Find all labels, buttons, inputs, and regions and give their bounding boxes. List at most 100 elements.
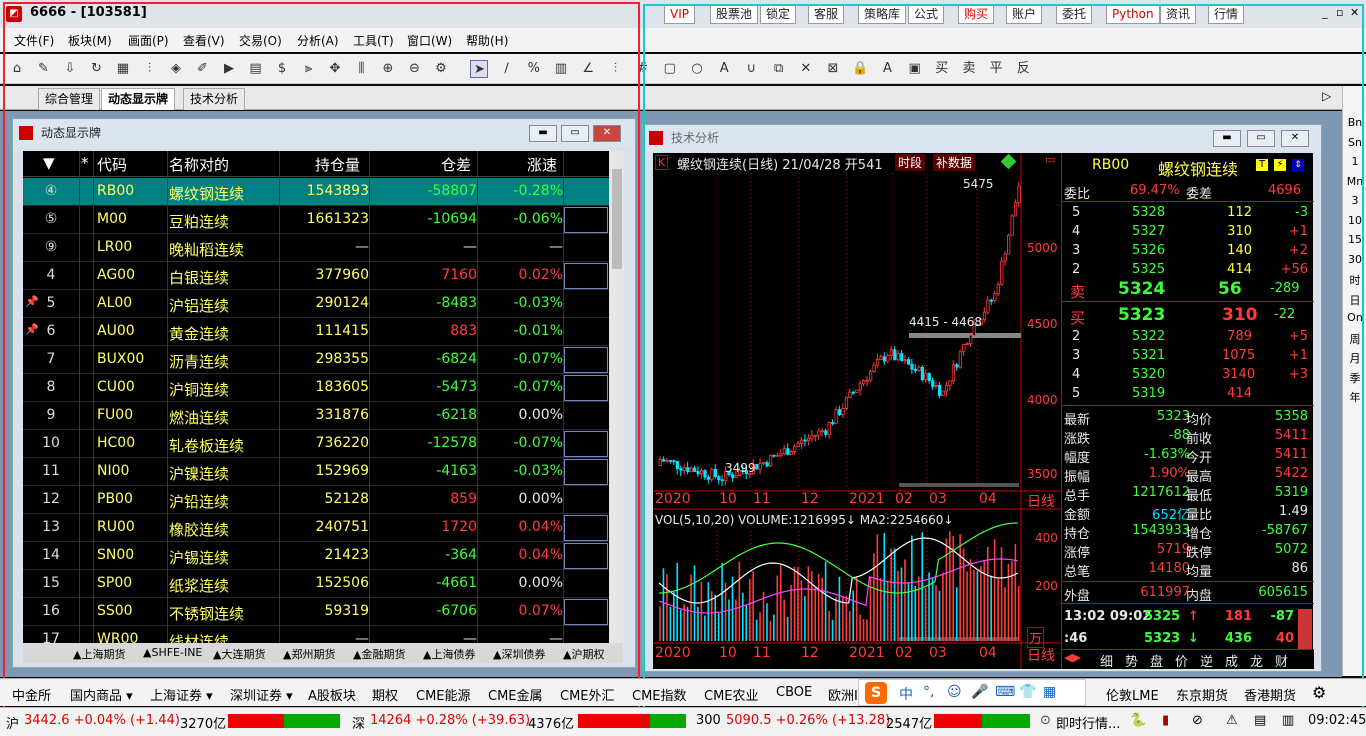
period-button-2[interactable]: 1	[1345, 155, 1365, 168]
table-row[interactable]: ④ RB00 螺纹钢连续 1543893 -58807 -0.28%	[23, 178, 609, 206]
diamond-icon[interactable]: ◈	[167, 60, 185, 78]
table-row[interactable]: ⑨ LR00 晚籼稻连续 — — —	[23, 234, 609, 262]
buy-icon[interactable]: 买	[933, 60, 951, 78]
category-11[interactable]: CBOE	[776, 685, 812, 700]
refresh-icon[interactable]: ↻	[88, 60, 106, 78]
reverse-icon[interactable]: 反	[1014, 60, 1032, 78]
bar-icon[interactable]: ⫼	[353, 60, 371, 78]
rect-icon[interactable]: ▢	[661, 60, 679, 78]
category-10[interactable]: CME农业	[704, 685, 759, 704]
table-row[interactable]: 📌 6 AU00 黄金连续 111415 883 -0.01%	[23, 318, 609, 346]
ime-item-0[interactable]: 中	[899, 684, 913, 704]
lightning-icon[interactable]: ⚡	[1274, 159, 1286, 171]
no-icon[interactable]: ⊘	[1192, 713, 1203, 728]
k-icon[interactable]: K	[655, 155, 669, 170]
top-button-11[interactable]: 行情	[1208, 4, 1245, 24]
menu-item-5[interactable]: 分析(A)	[297, 32, 339, 49]
top-button-3[interactable]: 客服	[808, 4, 845, 24]
category-5[interactable]: 期权	[372, 685, 398, 704]
menu-item-0[interactable]: 文件(F)	[14, 32, 54, 49]
market-tab-2[interactable]: ▲大连期货	[213, 646, 265, 662]
ime-item-6[interactable]: ▦	[1043, 684, 1056, 700]
alert-icon[interactable]: ⚠	[1226, 713, 1238, 728]
grid-icon[interactable]: ▦	[114, 60, 132, 78]
table-row[interactable]: 7 BUX00 沥青连续 298355 -6824 -0.07%	[23, 346, 609, 374]
dollar-icon[interactable]: $	[273, 60, 291, 78]
name-column-header[interactable]: 名称对的	[169, 154, 229, 175]
menu-item-1[interactable]: 板块(M)	[68, 32, 112, 49]
quote-tab-7[interactable]: 财	[1275, 651, 1288, 670]
lock-icon[interactable]: 🔒	[851, 60, 869, 78]
window-controls[interactable]: _ ▫ ✕	[1322, 4, 1362, 24]
period-button-4[interactable]: 3	[1345, 194, 1365, 207]
period-button-8[interactable]: 时	[1345, 272, 1365, 288]
database-icon[interactable]: ▮	[1162, 713, 1169, 728]
save-icon[interactable]: ▣	[906, 60, 924, 78]
board-minimize-button[interactable]: ▬	[529, 125, 557, 142]
tech-maximize-button[interactable]: ▭	[1247, 130, 1275, 147]
menu-item-8[interactable]: 帮助(H)	[466, 32, 508, 49]
period-button-10[interactable]: On	[1345, 311, 1365, 324]
table-row[interactable]: 13 RU00 橡胶连续 240751 1720 0.04%	[23, 514, 609, 542]
menu-item-6[interactable]: 工具(T)	[353, 32, 394, 49]
market-tab-0[interactable]: ▲上海期货	[73, 646, 125, 662]
close-icon[interactable]: ✕	[1350, 6, 1359, 19]
top-button-8[interactable]: 委托	[1056, 4, 1093, 24]
menu-item-2[interactable]: 画面(P)	[128, 32, 169, 49]
python-icon[interactable]: 🐍	[1130, 713, 1146, 728]
top-button-5[interactable]: 公式	[908, 4, 945, 24]
home-icon[interactable]: ⌂	[8, 60, 26, 78]
clock-icon[interactable]: ⊙	[1040, 713, 1051, 728]
table-row[interactable]: 15 SP00 纸浆连续 152506 -4661 0.00%	[23, 570, 609, 598]
period-button[interactable]: 时段	[895, 154, 926, 171]
table-row[interactable]: 9 FU00 燃油连续 331876 -6218 0.00%	[23, 402, 609, 430]
play-icon[interactable]: ▶	[220, 60, 238, 78]
top-button-6[interactable]: 购买	[958, 4, 995, 24]
settings-icon[interactable]: ▭	[1045, 153, 1055, 166]
market-tab-1[interactable]: ▲SHFE-INE	[143, 646, 202, 659]
percent-icon[interactable]: %	[525, 60, 543, 78]
period-button-12[interactable]: 月	[1345, 350, 1365, 366]
quote-tab-3[interactable]: 价	[1175, 651, 1188, 670]
nav-prev-icon[interactable]: ◀▶	[1064, 651, 1081, 664]
category-7[interactable]: CME金属	[488, 685, 543, 704]
doc-icon[interactable]: ▥	[1282, 713, 1294, 728]
category-4[interactable]: A股板块	[308, 685, 356, 704]
candle-icon[interactable]: ⫶	[141, 60, 159, 78]
menu-item-7[interactable]: 窗口(W)	[407, 32, 452, 49]
angle-icon[interactable]: ∠	[579, 60, 597, 78]
ime-item-3[interactable]: 🎤	[971, 684, 988, 700]
period-button-1[interactable]: Sn	[1345, 136, 1365, 149]
quote-tab-1[interactable]: 势	[1125, 651, 1138, 670]
table-row[interactable]: 10 HC00 轧卷板连续 736220 -12578 -0.07%	[23, 430, 609, 458]
top-button-0[interactable]: VIP	[664, 4, 695, 24]
category-3[interactable]: 深圳证券 ▾	[230, 685, 293, 704]
market-tab-7[interactable]: ▲沪期权	[563, 646, 604, 662]
table-icon[interactable]: ▥	[552, 60, 570, 78]
board-close-button[interactable]: ✕	[593, 125, 621, 142]
period-button-6[interactable]: 15	[1345, 233, 1365, 246]
top-button-10[interactable]: 资讯	[1160, 4, 1197, 24]
lock-box-icon[interactable]: ⊠	[824, 60, 842, 78]
category-8[interactable]: CME外汇	[560, 685, 615, 704]
sell-icon[interactable]: 卖	[960, 60, 978, 78]
oi-change-header[interactable]: 仓差	[441, 154, 471, 175]
updown-icon[interactable]: ⇕	[1292, 159, 1304, 171]
filter-icon[interactable]: ⫸	[300, 60, 318, 78]
gear-icon[interactable]: ⚙	[1312, 683, 1326, 702]
restore-icon[interactable]: ▫	[1336, 6, 1343, 19]
period-label-2[interactable]: 日线	[1027, 645, 1055, 665]
list-icon[interactable]: ▤	[247, 60, 265, 78]
pointer-icon[interactable]: ➤	[470, 60, 489, 78]
board-scrollbar[interactable]	[610, 151, 624, 651]
news-ticker[interactable]: 即时行情...	[1056, 713, 1120, 732]
delete-icon[interactable]: ✕	[797, 60, 815, 78]
table-row[interactable]: 📌 5 AL00 沪铝连续 290124 -8483 -0.03%	[23, 290, 609, 318]
quote-tab-2[interactable]: 盘	[1150, 651, 1163, 670]
fill-data-button[interactable]: 补数据	[933, 154, 976, 171]
category-9[interactable]: CME指数	[632, 685, 687, 704]
top-button-2[interactable]: 锁定	[760, 4, 797, 24]
top-button-4[interactable]: 策略库	[858, 4, 907, 24]
kline-chart-panel[interactable]: K 螺纹钢连续(日线) 21/04/28 开541 时段 补数据 ▭ 5475 …	[653, 153, 1061, 669]
zoom-in-icon[interactable]: ⊕	[379, 60, 397, 78]
